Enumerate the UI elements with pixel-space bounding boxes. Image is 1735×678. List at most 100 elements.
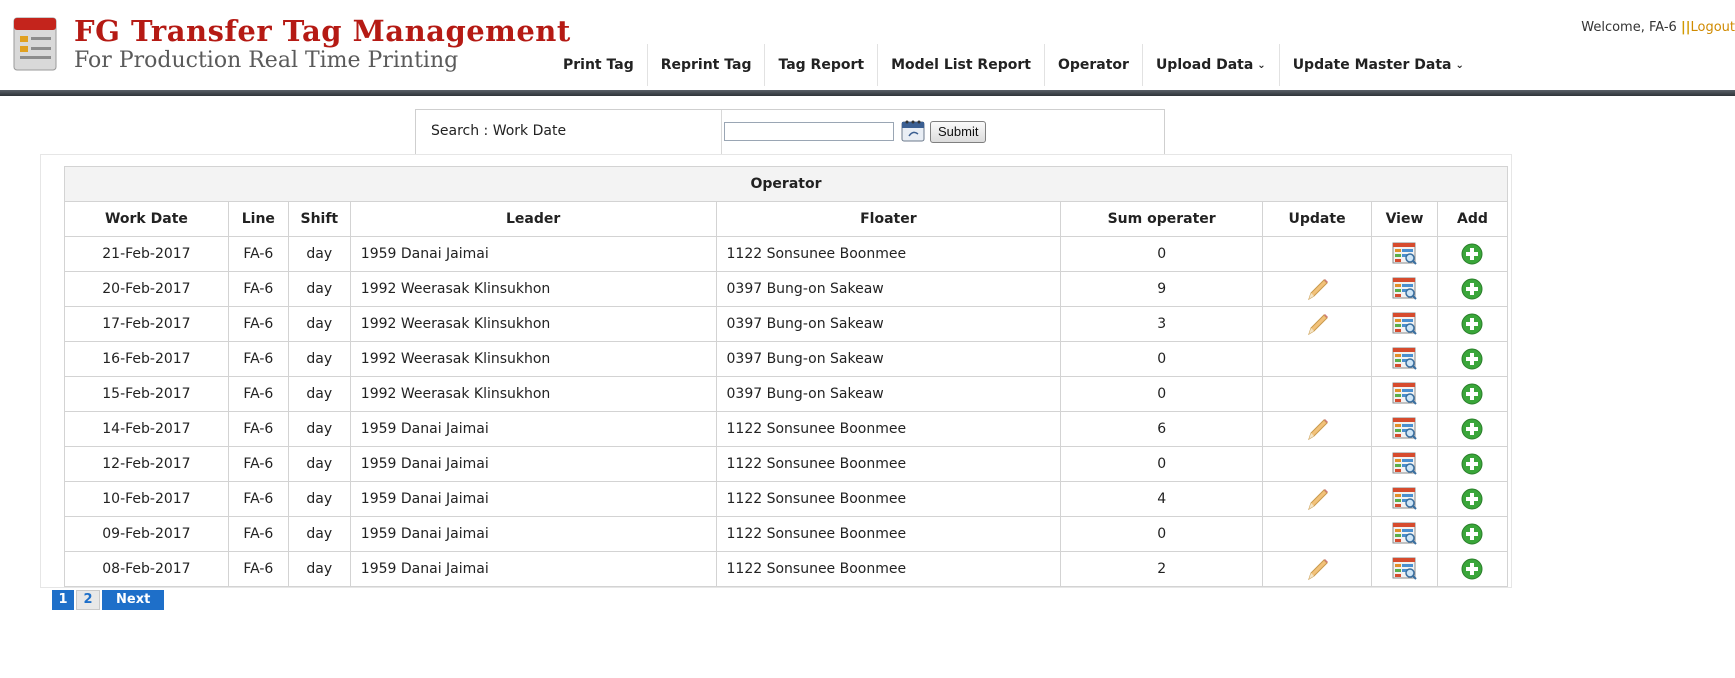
cell-add bbox=[1436, 551, 1509, 587]
cell-view bbox=[1371, 271, 1438, 307]
add-circle-icon[interactable] bbox=[1461, 523, 1483, 545]
table-caption: Operator bbox=[64, 166, 1508, 202]
work-date-input[interactable] bbox=[724, 122, 894, 141]
table-row: 20-Feb-2017 FA-6 day 1992 Weerasak Klinsukh… bbox=[64, 271, 1509, 307]
cell-update bbox=[1262, 236, 1373, 272]
pencil-icon[interactable] bbox=[1303, 415, 1331, 443]
view-report-icon[interactable] bbox=[1392, 347, 1418, 371]
cell-floater: 1122 Sonsunee Boonmee bbox=[715, 411, 1062, 447]
view-report-icon[interactable] bbox=[1392, 522, 1418, 546]
pagination: 1 2 Next bbox=[52, 590, 165, 610]
view-report-icon[interactable] bbox=[1392, 277, 1418, 301]
cell-sum-operater: 2 bbox=[1060, 551, 1264, 587]
chevron-down-icon: ⌄ bbox=[1257, 60, 1266, 71]
add-circle-icon[interactable] bbox=[1461, 383, 1483, 405]
cell-line: FA-6 bbox=[227, 306, 289, 342]
header-divider bbox=[0, 90, 1735, 96]
column-header: Add bbox=[1436, 201, 1509, 237]
add-circle-icon[interactable] bbox=[1461, 453, 1483, 475]
view-report-icon[interactable] bbox=[1392, 312, 1418, 336]
column-header: Floater bbox=[715, 201, 1062, 237]
cell-shift: day bbox=[287, 236, 351, 272]
table-row: 21-Feb-2017 FA-6 day 1959 Danai Jaimai 1122 … bbox=[64, 236, 1509, 272]
cell-work-date: 15-Feb-2017 bbox=[64, 376, 229, 412]
cell-leader: 1992 Weerasak Klinsukhon bbox=[349, 306, 717, 342]
table-row: 09-Feb-2017 FA-6 day 1959 Danai Jaimai 1122 … bbox=[64, 516, 1509, 552]
cell-sum-operater: 4 bbox=[1060, 481, 1264, 517]
cell-leader: 1959 Danai Jaimai bbox=[349, 551, 717, 587]
cell-shift: day bbox=[287, 481, 351, 517]
pencil-icon[interactable] bbox=[1303, 485, 1331, 513]
cell-sum-operater: 0 bbox=[1060, 236, 1264, 272]
cell-view bbox=[1371, 516, 1438, 552]
next-page-link[interactable]: Next bbox=[102, 590, 165, 610]
nav-print-tag[interactable]: Print Tag bbox=[550, 44, 647, 86]
user-welcome: Welcome, FA-6 ||Logout bbox=[1581, 20, 1735, 35]
cell-view bbox=[1371, 236, 1438, 272]
cell-view bbox=[1371, 481, 1438, 517]
cell-line: FA-6 bbox=[227, 271, 289, 307]
cell-floater: 0397 Bung-on Sakeaw bbox=[715, 341, 1062, 377]
cell-shift: day bbox=[287, 306, 351, 342]
cell-work-date: 21-Feb-2017 bbox=[64, 236, 229, 272]
cell-update bbox=[1262, 446, 1373, 482]
cell-work-date: 08-Feb-2017 bbox=[64, 551, 229, 587]
cell-view bbox=[1371, 376, 1438, 412]
pencil-icon[interactable] bbox=[1303, 555, 1331, 583]
cell-view bbox=[1371, 411, 1438, 447]
cell-line: FA-6 bbox=[227, 236, 289, 272]
nav-model-list-report[interactable]: Model List Report bbox=[877, 44, 1044, 86]
cell-add bbox=[1436, 306, 1509, 342]
page-1-link[interactable]: 1 bbox=[52, 590, 74, 610]
cell-floater: 0397 Bung-on Sakeaw bbox=[715, 306, 1062, 342]
pencil-icon[interactable] bbox=[1303, 275, 1331, 303]
cell-floater: 0397 Bung-on Sakeaw bbox=[715, 271, 1062, 307]
cell-floater: 1122 Sonsunee Boonmee bbox=[715, 481, 1062, 517]
cell-view bbox=[1371, 341, 1438, 377]
nav-operator[interactable]: Operator bbox=[1043, 44, 1142, 86]
cell-leader: 1992 Weerasak Klinsukhon bbox=[349, 271, 717, 307]
document-logo-icon bbox=[13, 17, 57, 71]
cell-add bbox=[1436, 376, 1509, 412]
add-circle-icon[interactable] bbox=[1461, 418, 1483, 440]
table-row: 16-Feb-2017 FA-6 day 1992 Weerasak Klinsukh… bbox=[64, 341, 1509, 377]
view-report-icon[interactable] bbox=[1392, 487, 1418, 511]
cell-shift: day bbox=[287, 271, 351, 307]
add-circle-icon[interactable] bbox=[1461, 348, 1483, 370]
main-nav: Print Tag Reprint Tag Tag Report Model L… bbox=[550, 44, 1477, 86]
nav-reprint-tag[interactable]: Reprint Tag bbox=[646, 44, 765, 86]
view-report-icon[interactable] bbox=[1392, 242, 1418, 266]
calendar-icon[interactable] bbox=[900, 119, 926, 143]
nav-tag-report[interactable]: Tag Report bbox=[764, 44, 877, 86]
column-header: Update bbox=[1262, 201, 1373, 237]
view-report-icon[interactable] bbox=[1392, 382, 1418, 406]
cell-view bbox=[1371, 306, 1438, 342]
cell-shift: day bbox=[287, 411, 351, 447]
cell-shift: day bbox=[287, 341, 351, 377]
add-circle-icon[interactable] bbox=[1461, 558, 1483, 580]
cell-work-date: 16-Feb-2017 bbox=[64, 341, 229, 377]
cell-add bbox=[1436, 341, 1509, 377]
column-header: Work Date bbox=[64, 201, 229, 237]
cell-work-date: 17-Feb-2017 bbox=[64, 306, 229, 342]
add-circle-icon[interactable] bbox=[1461, 243, 1483, 265]
view-report-icon[interactable] bbox=[1392, 452, 1418, 476]
logout-link[interactable]: Logout bbox=[1690, 20, 1735, 35]
cell-sum-operater: 0 bbox=[1060, 376, 1264, 412]
cell-add bbox=[1436, 481, 1509, 517]
nav-upload-data[interactable]: Upload Data ⌄ bbox=[1141, 44, 1279, 86]
add-circle-icon[interactable] bbox=[1461, 488, 1483, 510]
view-report-icon[interactable] bbox=[1392, 417, 1418, 441]
cell-shift: day bbox=[287, 516, 351, 552]
pencil-icon[interactable] bbox=[1303, 310, 1331, 338]
cell-leader: 1992 Weerasak Klinsukhon bbox=[349, 376, 717, 412]
cell-line: FA-6 bbox=[227, 376, 289, 412]
nav-update-master-data[interactable]: Update Master Data ⌄ bbox=[1278, 44, 1477, 86]
add-circle-icon[interactable] bbox=[1461, 278, 1483, 300]
cell-update bbox=[1262, 306, 1373, 342]
table-row: 12-Feb-2017 FA-6 day 1959 Danai Jaimai 1122 … bbox=[64, 446, 1509, 482]
column-header: Sum operater bbox=[1060, 201, 1264, 237]
view-report-icon[interactable] bbox=[1392, 557, 1418, 581]
submit-button[interactable]: Submit bbox=[930, 121, 987, 143]
add-circle-icon[interactable] bbox=[1461, 313, 1483, 335]
